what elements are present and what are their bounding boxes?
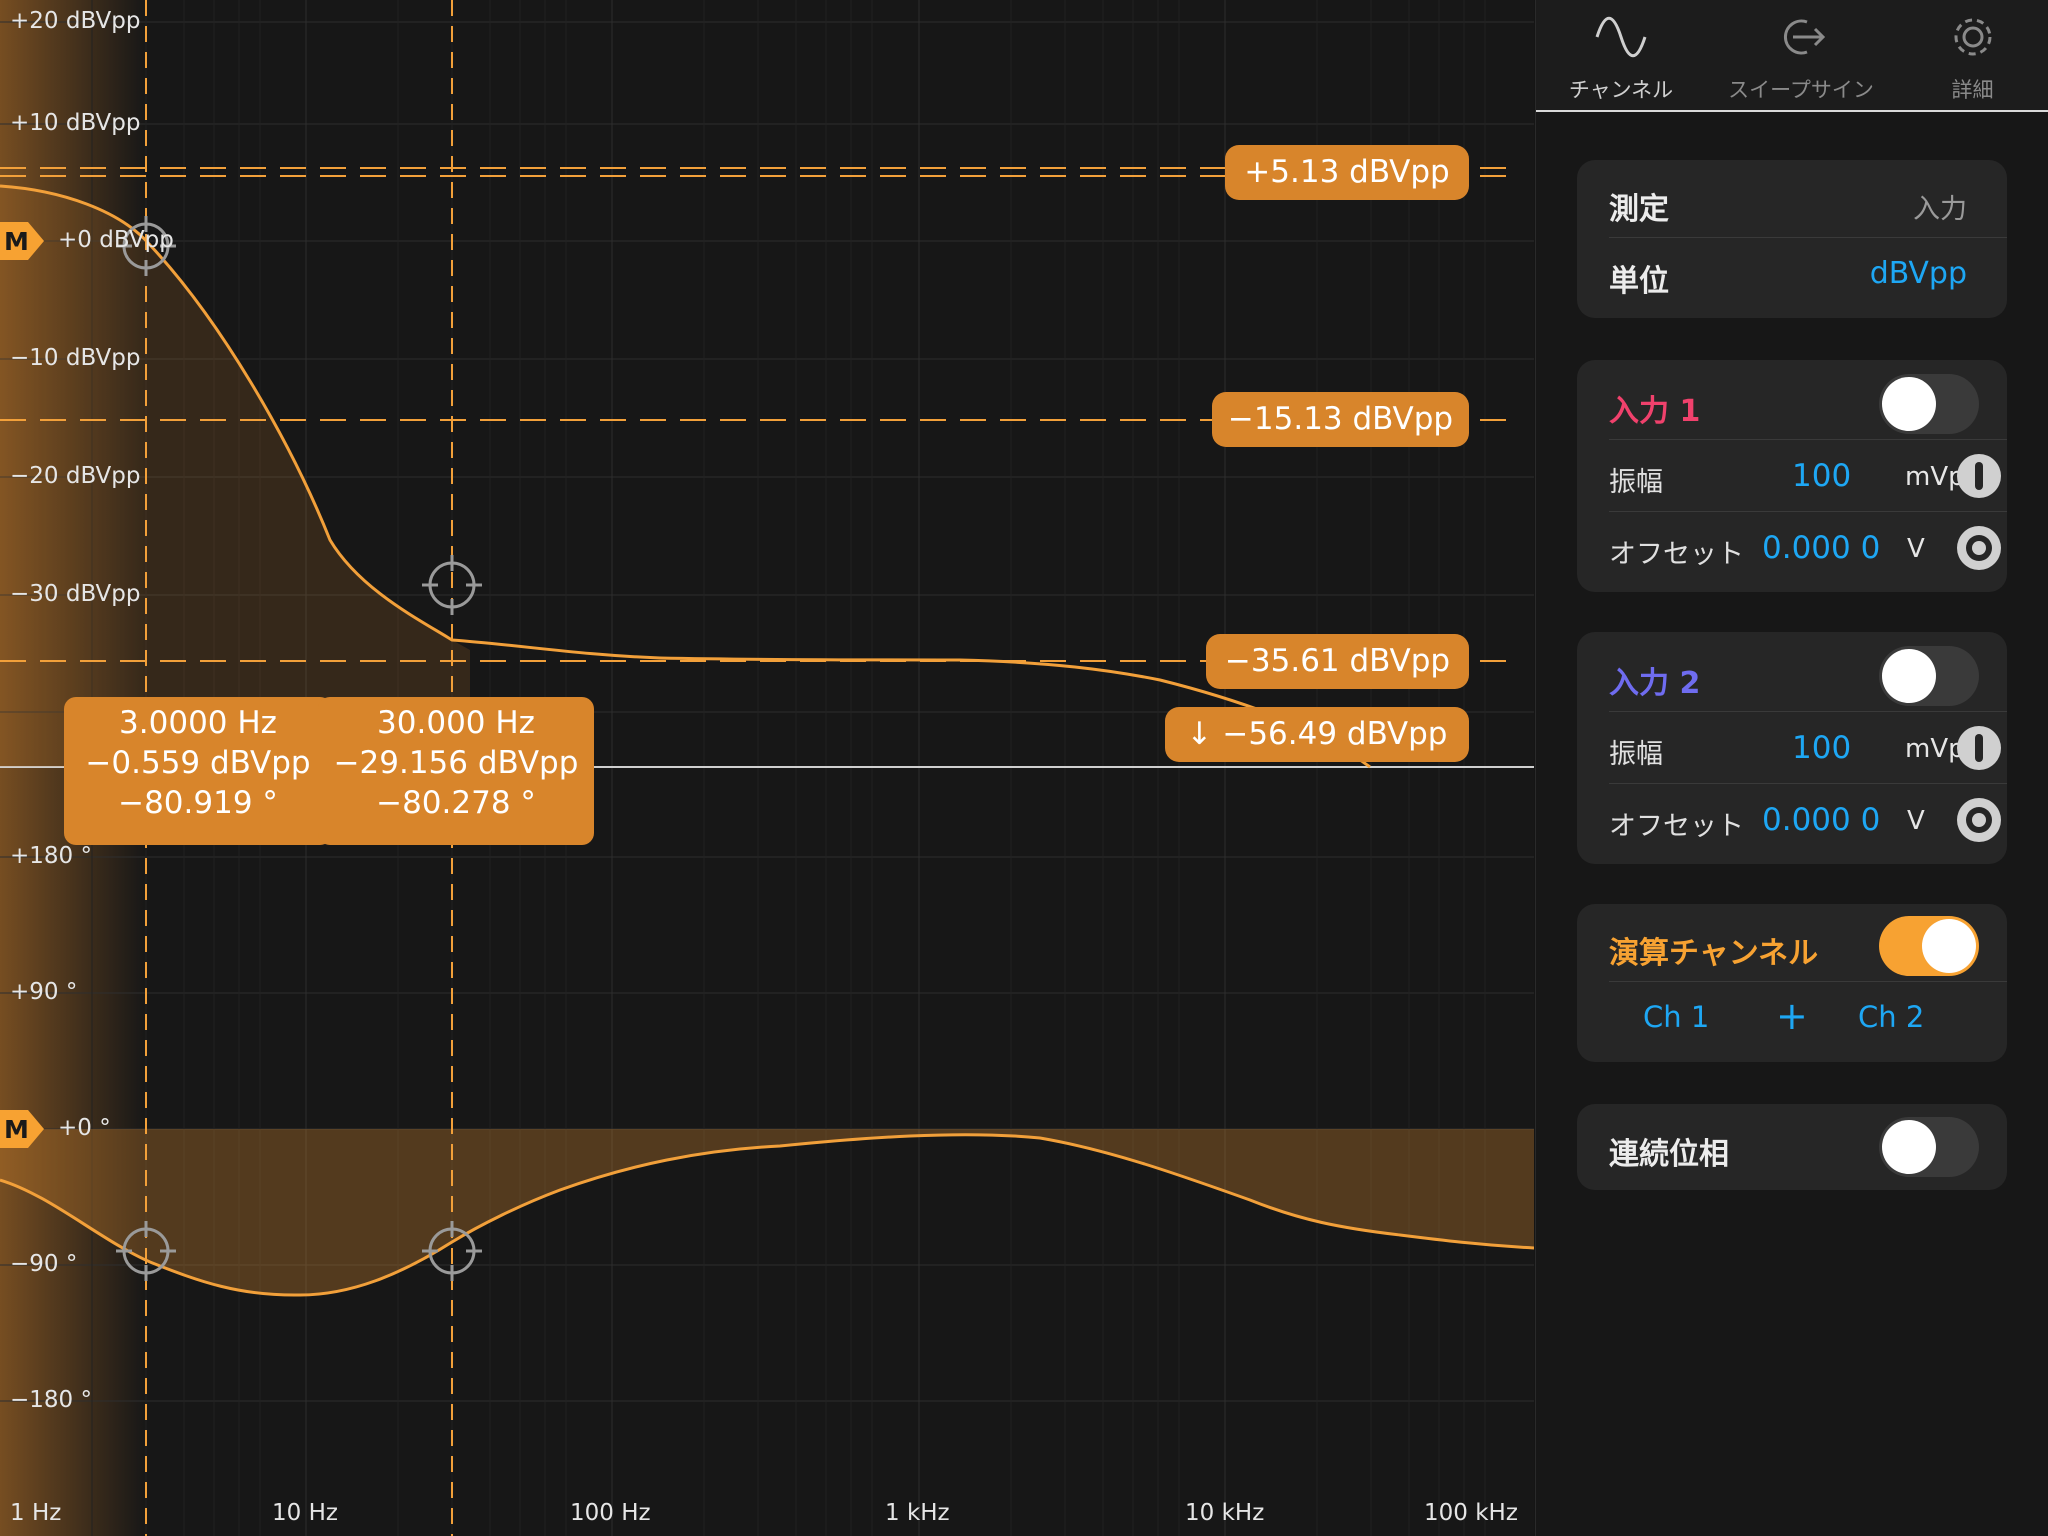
math-channel-header-row: 演算チャンネル bbox=[1577, 910, 2007, 982]
math-channel-card: 演算チャンネル Ch 1 + Ch 2 bbox=[1577, 904, 2007, 1062]
cursor-2-mag: −29.156 dBVpp bbox=[333, 745, 579, 781]
input-1-amplitude-label: 振幅 bbox=[1609, 467, 1663, 498]
measure-label: 測定 bbox=[1609, 192, 1669, 227]
tab-sweep[interactable]: スイープサイン bbox=[1706, 0, 1896, 110]
gear-icon bbox=[1954, 18, 1992, 56]
input-2-title: 入力 2 bbox=[1609, 666, 1701, 701]
input-1-offset-unit: V bbox=[1907, 534, 1925, 564]
continuous-phase-title: 連続位相 bbox=[1609, 1137, 1729, 1172]
math-operand-a[interactable]: Ch 1 bbox=[1643, 1000, 1709, 1034]
amplitude-knob-icon[interactable] bbox=[1955, 724, 2003, 772]
tab-channel-label: チャンネル bbox=[1568, 78, 1674, 102]
input-2-offset-label: オフセット bbox=[1609, 811, 1744, 842]
input-2-offset-row: オフセット 0.000 0 V bbox=[1577, 784, 2007, 856]
sweep-output-icon bbox=[1784, 19, 1826, 55]
input-1-card: 入力 1 振幅 100 mVpp オフセット 0.000 0 V bbox=[1577, 360, 2007, 592]
phase-tick-label: +180 ° bbox=[10, 843, 92, 869]
input-2-card: 入力 2 振幅 100 mVpp オフセット 0.000 0 V bbox=[1577, 632, 2007, 864]
measure-row[interactable]: 測定 入力 bbox=[1577, 166, 2007, 238]
mag-tick-label: −30 dBVpp bbox=[10, 581, 141, 607]
unit-label: 単位 bbox=[1609, 264, 1669, 299]
input-2-offset-value[interactable]: 0.000 0 bbox=[1762, 802, 1880, 838]
unit-value: dBVpp bbox=[1869, 256, 1967, 291]
phase-tick-label: −180 ° bbox=[10, 1387, 92, 1413]
input-1-header-row: 入力 1 bbox=[1577, 368, 2007, 440]
phase-tick-label: +0 ° bbox=[58, 1115, 111, 1141]
continuous-phase-row: 連続位相 bbox=[1577, 1111, 2007, 1183]
settings-panel: チャンネル スイープサイン 詳細 測定 入力 単位 dBVpp 入力 1 振幅 … bbox=[1535, 0, 2048, 1536]
input-2-header-row: 入力 2 bbox=[1577, 640, 2007, 712]
freq-tick-label: 10 kHz bbox=[1185, 1500, 1265, 1526]
cursor-readout-1[interactable]: 3.0000 Hz −0.559 dBVpp −80.919 ° bbox=[64, 697, 332, 845]
input-1-offset-row: オフセット 0.000 0 V bbox=[1577, 512, 2007, 584]
level-pill-cutoff[interactable]: −15.13 dBVpp bbox=[1212, 392, 1469, 447]
freq-tick-label: 1 kHz bbox=[885, 1500, 950, 1526]
mag-tick-label: +20 dBVpp bbox=[10, 8, 141, 34]
tab-channel[interactable]: チャンネル bbox=[1536, 0, 1706, 110]
cursor-2-freq: 30.000 Hz bbox=[377, 705, 535, 741]
level-pill-min[interactable]: ↓ −56.49 dBVpp bbox=[1165, 707, 1469, 762]
continuous-phase-card: 連続位相 bbox=[1577, 1104, 2007, 1190]
offset-knob-icon[interactable] bbox=[1955, 796, 2003, 844]
level-pill-floor[interactable]: −35.61 dBVpp bbox=[1206, 634, 1469, 689]
input-1-amplitude-value[interactable]: 100 bbox=[1792, 458, 1851, 494]
mag-tick-label: −10 dBVpp bbox=[10, 345, 141, 371]
cursor-1-mag: −0.559 dBVpp bbox=[85, 745, 311, 781]
math-operator[interactable]: + bbox=[1776, 994, 1808, 1038]
continuous-phase-toggle[interactable] bbox=[1879, 1117, 1979, 1177]
input-2-toggle[interactable] bbox=[1879, 646, 1979, 706]
math-channel-toggle[interactable] bbox=[1879, 916, 1979, 976]
input-1-amplitude-row: 振幅 100 mVpp bbox=[1577, 440, 2007, 512]
magnitude-marker-label[interactable]: M bbox=[4, 227, 29, 256]
phase-fill bbox=[0, 1129, 1534, 1296]
mag-tick-label: +10 dBVpp bbox=[10, 110, 141, 136]
bode-plot[interactable]: +20 dBVpp +10 dBVpp +0 dBVpp −10 dBVpp −… bbox=[0, 0, 1534, 1536]
sine-wave-icon bbox=[1595, 16, 1647, 58]
freq-tick-label: 1 Hz bbox=[10, 1500, 62, 1526]
math-channel-title: 演算チャンネル bbox=[1609, 936, 1819, 971]
level-pill-max[interactable]: +5.13 dBVpp bbox=[1225, 145, 1469, 200]
tab-details[interactable]: 詳細 bbox=[1896, 0, 2048, 110]
math-expression-row: Ch 1 + Ch 2 bbox=[1577, 982, 2007, 1054]
input-1-title: 入力 1 bbox=[1609, 394, 1701, 429]
input-2-amplitude-value[interactable]: 100 bbox=[1792, 730, 1851, 766]
tab-details-label: 詳細 bbox=[1951, 78, 1994, 102]
phase-marker-label[interactable]: M bbox=[4, 1115, 29, 1144]
freq-tick-label: 100 Hz bbox=[570, 1500, 651, 1526]
freq-tick-label: 10 Hz bbox=[272, 1500, 338, 1526]
cursor-1-freq: 3.0000 Hz bbox=[119, 705, 277, 741]
measure-value: 入力 bbox=[1913, 194, 1967, 225]
input-1-toggle[interactable] bbox=[1879, 374, 1979, 434]
tab-bar: チャンネル スイープサイン 詳細 bbox=[1536, 0, 2048, 112]
phase-tick-label: −90 ° bbox=[10, 1251, 78, 1277]
cursor-readout-2[interactable]: 30.000 Hz −29.156 dBVpp −80.278 ° bbox=[318, 697, 594, 845]
math-operand-b[interactable]: Ch 2 bbox=[1858, 1000, 1924, 1034]
cursor-2-phase: −80.278 ° bbox=[376, 785, 536, 821]
tab-sweep-label: スイープサイン bbox=[1728, 78, 1874, 102]
input-2-amplitude-row: 振幅 100 mVpp bbox=[1577, 712, 2007, 784]
input-1-offset-label: オフセット bbox=[1609, 539, 1744, 570]
amplitude-knob-icon[interactable] bbox=[1955, 452, 2003, 500]
unit-row[interactable]: 単位 dBVpp bbox=[1577, 238, 2007, 310]
input-2-amplitude-label: 振幅 bbox=[1609, 739, 1663, 770]
measurement-card: 測定 入力 単位 dBVpp bbox=[1577, 160, 2007, 318]
mag-tick-label: +0 dBVpp bbox=[58, 227, 174, 253]
phase-tick-label: +90 ° bbox=[10, 979, 78, 1005]
freq-tick-label: 100 kHz bbox=[1424, 1500, 1518, 1526]
offset-knob-icon[interactable] bbox=[1955, 524, 2003, 572]
input-1-offset-value[interactable]: 0.000 0 bbox=[1762, 530, 1880, 566]
mag-tick-label: −20 dBVpp bbox=[10, 463, 141, 489]
input-2-offset-unit: V bbox=[1907, 806, 1925, 836]
cursor-1-phase: −80.919 ° bbox=[118, 785, 278, 821]
